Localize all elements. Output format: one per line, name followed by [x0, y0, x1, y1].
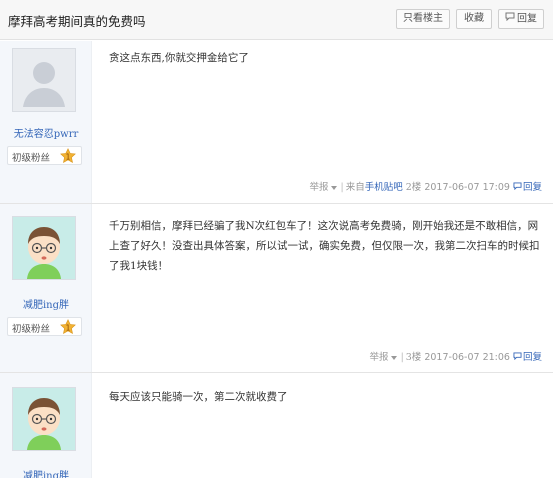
reply-bubble-icon — [513, 182, 522, 193]
floor-number: 3楼 — [405, 352, 422, 363]
username[interactable]: 减肥ing胖 — [0, 467, 92, 478]
post-reply-link[interactable]: 回复 — [513, 352, 542, 363]
level-number: 1 — [66, 153, 71, 162]
level-badge[interactable]: 初级粉丝 1 — [7, 317, 82, 336]
post-floor-4: 减肥ing胖 每天应该只能骑一次，第二次就收费了 — [0, 373, 553, 478]
default-avatar-icon — [13, 49, 75, 111]
avatar[interactable] — [12, 216, 76, 280]
avatar[interactable] — [12, 387, 76, 451]
reply-bubble-icon — [505, 10, 515, 28]
username[interactable]: 无法容忍pwrr — [0, 125, 92, 140]
collect-label: 收藏 — [464, 13, 484, 24]
post-meta: 举报 | 来自手机贴吧 2楼 2017-06-07 17:09 回复 — [309, 182, 542, 193]
post-content: 每天应该只能骑一次，第二次就收费了 — [109, 391, 288, 403]
level-number: 1 — [66, 324, 71, 333]
reply-button-label: 回复 — [517, 13, 537, 25]
post-meta: 举报 | 3楼 2017-06-07 21:06 回复 — [369, 352, 542, 363]
avatar[interactable] — [12, 48, 76, 112]
collect-button[interactable]: 收藏 — [456, 9, 492, 29]
post-reply-label: 回复 — [522, 352, 542, 363]
reply-bubble-icon — [513, 352, 522, 363]
thread-title: 摩拜高考期间真的免费吗 — [8, 14, 146, 29]
report-dropdown-icon[interactable] — [330, 185, 337, 190]
cartoon-boy-avatar-icon — [13, 388, 75, 450]
post-reply-label: 回复 — [522, 182, 542, 193]
level-title: 初级粉丝 — [12, 324, 51, 335]
thread-header: 摩拜高考期间真的免费吗 只看楼主 收藏 回复 — [0, 0, 553, 40]
report-link[interactable]: 举报 — [309, 182, 328, 193]
post-time: 2017-06-07 17:09 — [424, 182, 510, 193]
post-floor-3: 减肥ing胖 初级粉丝 1 千万别相信，摩拜已经骗了我N次红包车了！这次说高考免… — [0, 204, 553, 372]
reply-button[interactable]: 回复 — [498, 9, 544, 29]
source-prefix: 来自 — [345, 182, 365, 193]
level-title: 初级粉丝 — [12, 153, 51, 164]
level-star-icon: 1 — [60, 148, 76, 163]
source-link[interactable]: 手机贴吧 — [365, 182, 403, 193]
cartoon-boy-avatar-icon — [13, 217, 75, 279]
only-op-label: 只看楼主 — [403, 13, 443, 24]
floor-number: 2楼 — [405, 182, 422, 193]
report-dropdown-icon[interactable] — [390, 355, 397, 360]
username[interactable]: 减肥ing胖 — [0, 296, 92, 311]
post-reply-link[interactable]: 回复 — [513, 182, 542, 193]
post-floor-2: 无法容忍pwrr 初级粉丝 1 贪这点东西,你就交押金给它了 举报 | 来自手机贴吧… — [0, 41, 553, 203]
report-link[interactable]: 举报 — [370, 352, 389, 363]
level-star-icon: 1 — [60, 319, 76, 334]
only-op-button[interactable]: 只看楼主 — [396, 9, 450, 29]
post-time: 2017-06-07 21:06 — [424, 352, 510, 363]
level-badge[interactable]: 初级粉丝 1 — [7, 146, 82, 165]
post-content: 千万别相信，摩拜已经骗了我N次红包车了！这次说高考免费骑，刚开始我还是不敢相信，… — [109, 220, 540, 272]
post-content: 贪这点东西,你就交押金给它了 — [109, 52, 249, 64]
